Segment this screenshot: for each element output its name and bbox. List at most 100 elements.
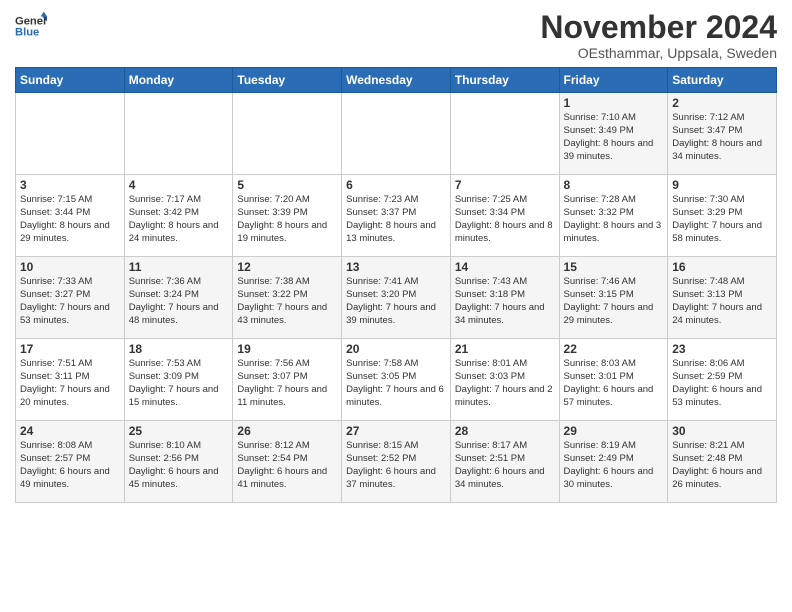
day-number: 11 — [129, 260, 229, 274]
day-number: 25 — [129, 424, 229, 438]
day-info: Sunrise: 7:48 AM Sunset: 3:13 PM Dayligh… — [672, 276, 772, 327]
calendar-week-row: 17 Sunrise: 7:51 AM Sunset: 3:11 PM Dayli… — [16, 339, 777, 421]
day-info: Sunrise: 7:43 AM Sunset: 3:18 PM Dayligh… — [455, 276, 555, 327]
weekday-header: Wednesday — [342, 68, 451, 93]
day-info: Sunrise: 8:08 AM Sunset: 2:57 PM Dayligh… — [20, 440, 120, 491]
day-number: 21 — [455, 342, 555, 356]
calendar-week-row: 1 Sunrise: 7:10 AM Sunset: 3:49 PM Daylig… — [16, 93, 777, 175]
calendar-day-cell — [16, 93, 125, 175]
calendar-day-cell: 28 Sunrise: 8:17 AM Sunset: 2:51 PM Dayli… — [450, 421, 559, 503]
calendar-day-cell: 27 Sunrise: 8:15 AM Sunset: 2:52 PM Dayli… — [342, 421, 451, 503]
calendar-day-cell: 29 Sunrise: 8:19 AM Sunset: 2:49 PM Dayli… — [559, 421, 668, 503]
day-info: Sunrise: 8:19 AM Sunset: 2:49 PM Dayligh… — [564, 440, 664, 491]
calendar-day-cell: 26 Sunrise: 8:12 AM Sunset: 2:54 PM Dayli… — [233, 421, 342, 503]
day-info: Sunrise: 7:41 AM Sunset: 3:20 PM Dayligh… — [346, 276, 446, 327]
calendar-header-row: SundayMondayTuesdayWednesdayThursdayFrid… — [16, 68, 777, 93]
day-info: Sunrise: 7:12 AM Sunset: 3:47 PM Dayligh… — [672, 112, 772, 163]
weekday-header: Monday — [124, 68, 233, 93]
day-number: 12 — [237, 260, 337, 274]
title-block: November 2024 OEsthammar, Uppsala, Swede… — [540, 10, 777, 61]
calendar-day-cell: 15 Sunrise: 7:46 AM Sunset: 3:15 PM Dayli… — [559, 257, 668, 339]
calendar-week-row: 24 Sunrise: 8:08 AM Sunset: 2:57 PM Dayli… — [16, 421, 777, 503]
calendar-day-cell: 21Sunrise: 8:01 AM Sunset: 3:03 PM Dayli… — [450, 339, 559, 421]
month-title: November 2024 — [540, 10, 777, 45]
day-info: Sunrise: 7:30 AM Sunset: 3:29 PM Dayligh… — [672, 194, 772, 245]
day-info: Sunrise: 8:12 AM Sunset: 2:54 PM Dayligh… — [237, 440, 337, 491]
day-info: Sunrise: 7:28 AM Sunset: 3:32 PM Dayligh… — [564, 194, 664, 245]
calendar-day-cell: 6 Sunrise: 7:23 AM Sunset: 3:37 PM Daylig… — [342, 175, 451, 257]
day-info: Sunrise: 7:23 AM Sunset: 3:37 PM Dayligh… — [346, 194, 446, 245]
day-info: Sunrise: 7:17 AM Sunset: 3:42 PM Dayligh… — [129, 194, 229, 245]
calendar-day-cell: 4 Sunrise: 7:17 AM Sunset: 3:42 PM Daylig… — [124, 175, 233, 257]
calendar-day-cell — [450, 93, 559, 175]
day-number: 2 — [672, 96, 772, 110]
day-info: Sunrise: 8:21 AM Sunset: 2:48 PM Dayligh… — [672, 440, 772, 491]
day-number: 24 — [20, 424, 120, 438]
calendar-week-row: 10Sunrise: 7:33 AM Sunset: 3:27 PM Dayli… — [16, 257, 777, 339]
day-number: 23 — [672, 342, 772, 356]
day-number: 29 — [564, 424, 664, 438]
calendar-day-cell: 7 Sunrise: 7:25 AM Sunset: 3:34 PM Daylig… — [450, 175, 559, 257]
calendar-day-cell: 3Sunrise: 7:15 AM Sunset: 3:44 PM Daylig… — [16, 175, 125, 257]
day-number: 18 — [129, 342, 229, 356]
calendar-day-cell: 11 Sunrise: 7:36 AM Sunset: 3:24 PM Dayli… — [124, 257, 233, 339]
calendar-day-cell — [342, 93, 451, 175]
day-number: 17 — [20, 342, 120, 356]
calendar-day-cell: 10Sunrise: 7:33 AM Sunset: 3:27 PM Dayli… — [16, 257, 125, 339]
day-info: Sunrise: 7:56 AM Sunset: 3:07 PM Dayligh… — [237, 358, 337, 409]
weekday-header: Tuesday — [233, 68, 342, 93]
day-info: Sunrise: 7:25 AM Sunset: 3:34 PM Dayligh… — [455, 194, 555, 245]
day-number: 28 — [455, 424, 555, 438]
calendar-day-cell: 25 Sunrise: 8:10 AM Sunset: 2:56 PM Dayli… — [124, 421, 233, 503]
calendar-day-cell: 13Sunrise: 7:41 AM Sunset: 3:20 PM Dayli… — [342, 257, 451, 339]
day-number: 27 — [346, 424, 446, 438]
day-number: 20 — [346, 342, 446, 356]
day-number: 19 — [237, 342, 337, 356]
day-info: Sunrise: 8:17 AM Sunset: 2:51 PM Dayligh… — [455, 440, 555, 491]
weekday-header: Thursday — [450, 68, 559, 93]
svg-text:General: General — [15, 15, 47, 27]
day-number: 6 — [346, 178, 446, 192]
logo: General Blue — [15, 10, 47, 42]
calendar-day-cell: 30 Sunrise: 8:21 AM Sunset: 2:48 PM Dayli… — [668, 421, 777, 503]
weekday-header: Saturday — [668, 68, 777, 93]
day-info: Sunrise: 7:38 AM Sunset: 3:22 PM Dayligh… — [237, 276, 337, 327]
day-number: 15 — [564, 260, 664, 274]
day-number: 16 — [672, 260, 772, 274]
weekday-header: Friday — [559, 68, 668, 93]
day-number: 30 — [672, 424, 772, 438]
calendar-day-cell: 22 Sunrise: 8:03 AM Sunset: 3:01 PM Dayli… — [559, 339, 668, 421]
day-number: 4 — [129, 178, 229, 192]
calendar-day-cell: 9Sunrise: 7:30 AM Sunset: 3:29 PM Daylig… — [668, 175, 777, 257]
day-number: 1 — [564, 96, 664, 110]
day-info: Sunrise: 8:06 AM Sunset: 2:59 PM Dayligh… — [672, 358, 772, 409]
location-subtitle: OEsthammar, Uppsala, Sweden — [540, 45, 777, 61]
calendar-table: SundayMondayTuesdayWednesdayThursdayFrid… — [15, 67, 777, 503]
day-info: Sunrise: 8:10 AM Sunset: 2:56 PM Dayligh… — [129, 440, 229, 491]
day-info: Sunrise: 7:20 AM Sunset: 3:39 PM Dayligh… — [237, 194, 337, 245]
day-number: 5 — [237, 178, 337, 192]
day-info: Sunrise: 7:10 AM Sunset: 3:49 PM Dayligh… — [564, 112, 664, 163]
day-info: Sunrise: 8:15 AM Sunset: 2:52 PM Dayligh… — [346, 440, 446, 491]
day-info: Sunrise: 7:36 AM Sunset: 3:24 PM Dayligh… — [129, 276, 229, 327]
calendar-day-cell: 24 Sunrise: 8:08 AM Sunset: 2:57 PM Dayli… — [16, 421, 125, 503]
logo-icon: General Blue — [15, 10, 47, 42]
page-container: General Blue November 2024 OEsthammar, U… — [0, 0, 792, 508]
calendar-day-cell: 12 Sunrise: 7:38 AM Sunset: 3:22 PM Dayli… — [233, 257, 342, 339]
day-number: 26 — [237, 424, 337, 438]
day-number: 22 — [564, 342, 664, 356]
calendar-week-row: 3Sunrise: 7:15 AM Sunset: 3:44 PM Daylig… — [16, 175, 777, 257]
calendar-day-cell: 1 Sunrise: 7:10 AM Sunset: 3:49 PM Daylig… — [559, 93, 668, 175]
day-info: Sunrise: 7:51 AM Sunset: 3:11 PM Dayligh… — [20, 358, 120, 409]
day-info: Sunrise: 8:03 AM Sunset: 3:01 PM Dayligh… — [564, 358, 664, 409]
page-header: General Blue November 2024 OEsthammar, U… — [15, 10, 777, 61]
calendar-day-cell: 19 Sunrise: 7:56 AM Sunset: 3:07 PM Dayli… — [233, 339, 342, 421]
calendar-day-cell: 14Sunrise: 7:43 AM Sunset: 3:18 PM Dayli… — [450, 257, 559, 339]
day-info: Sunrise: 7:46 AM Sunset: 3:15 PM Dayligh… — [564, 276, 664, 327]
calendar-day-cell: 2 Sunrise: 7:12 AM Sunset: 3:47 PM Daylig… — [668, 93, 777, 175]
calendar-day-cell — [124, 93, 233, 175]
day-number: 7 — [455, 178, 555, 192]
svg-text:Blue: Blue — [15, 27, 39, 39]
calendar-day-cell: 16 Sunrise: 7:48 AM Sunset: 3:13 PM Dayli… — [668, 257, 777, 339]
calendar-day-cell: 5 Sunrise: 7:20 AM Sunset: 3:39 PM Daylig… — [233, 175, 342, 257]
